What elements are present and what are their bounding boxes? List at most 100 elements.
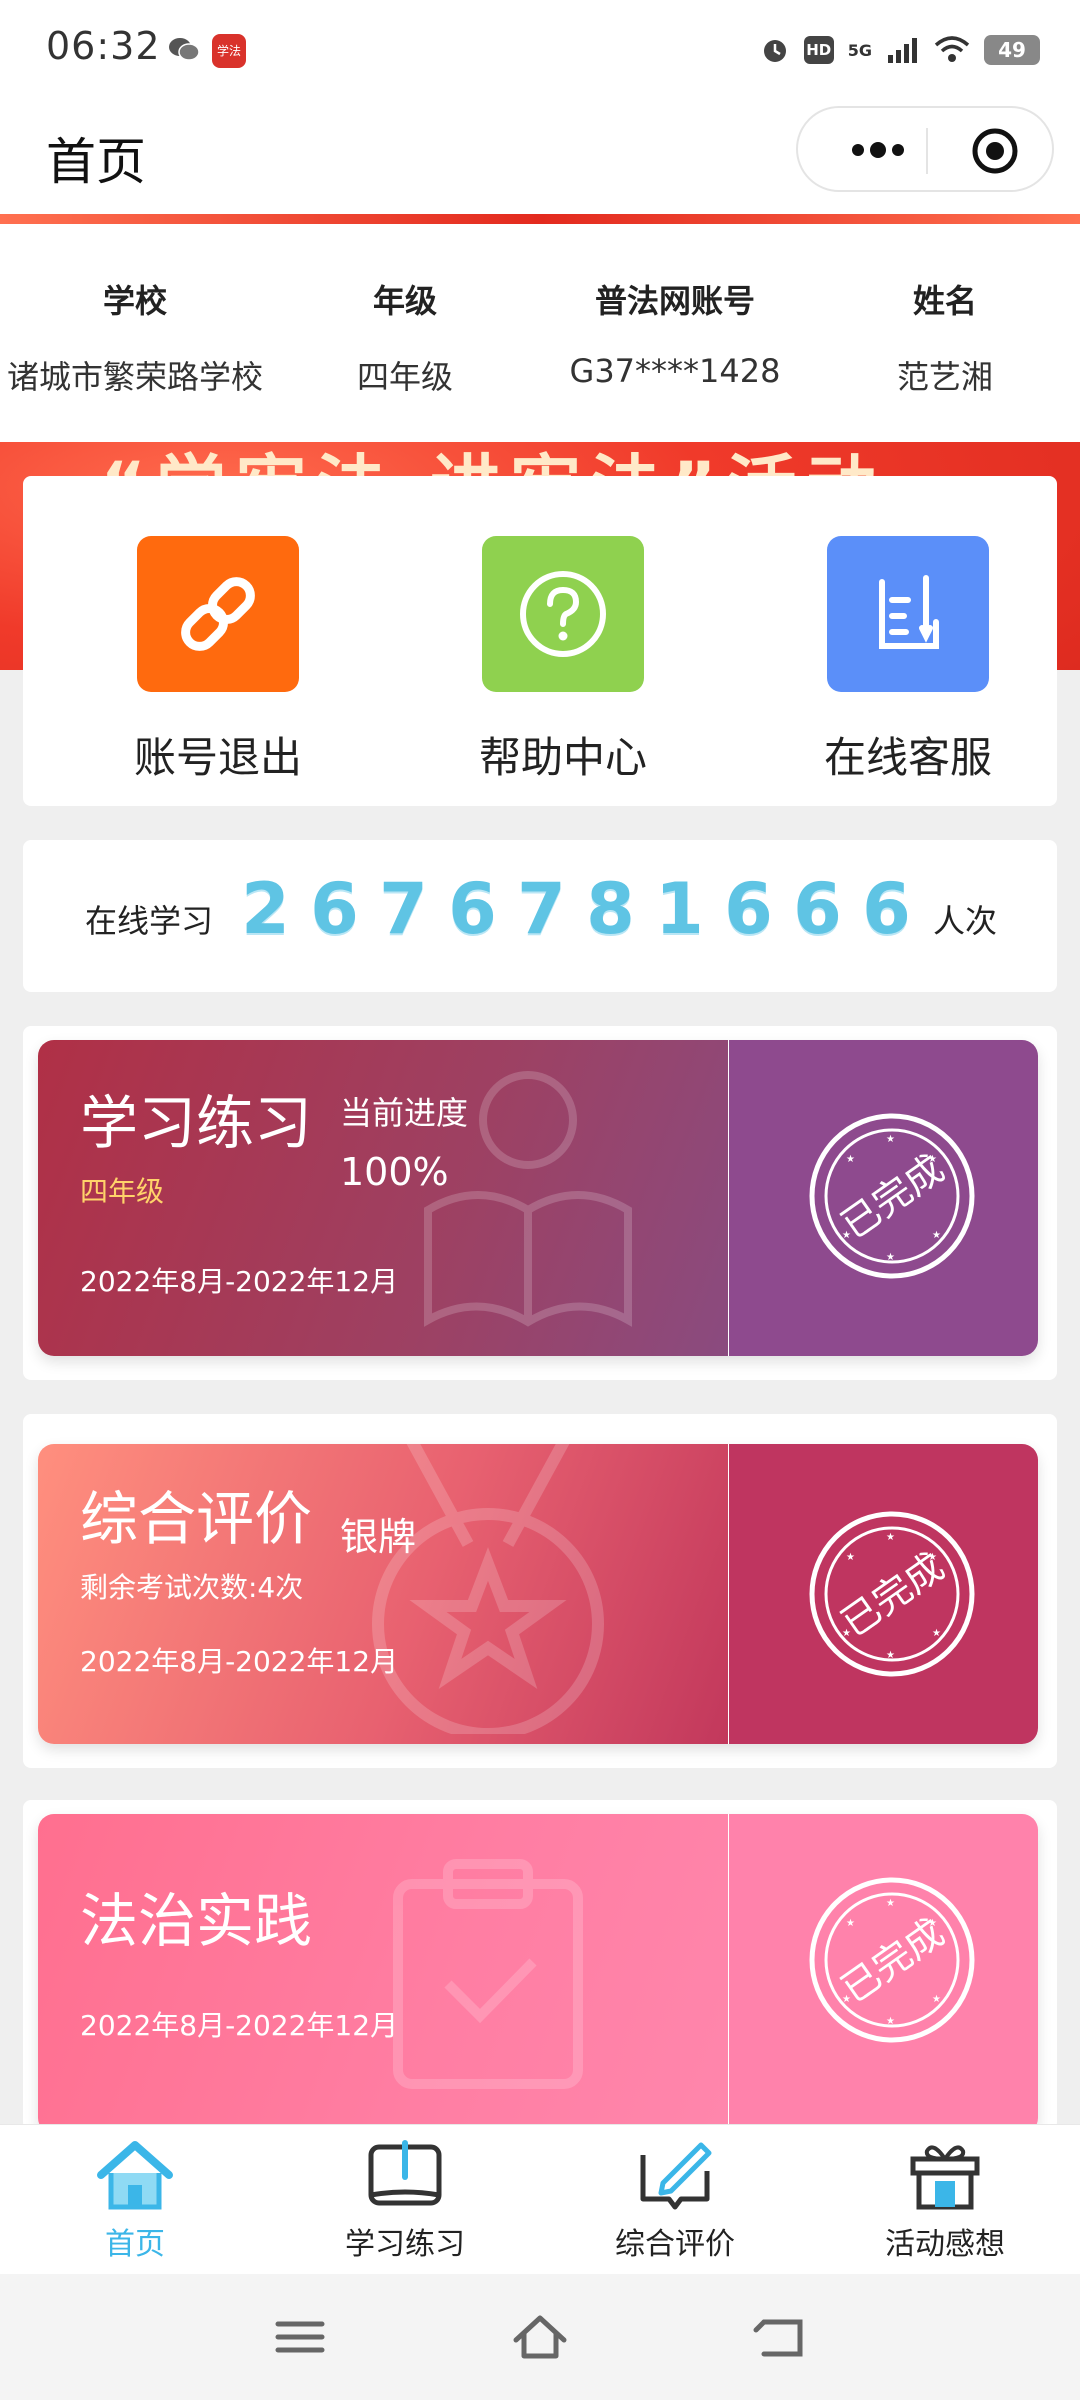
tab-label: 首页 (105, 2227, 165, 2262)
student-info-card: 学校 诸城市繁荣路学校 年级 四年级 普法网账号 G37****1428 姓名 … (0, 224, 1080, 442)
module-title: 法治实践 (80, 1887, 313, 1955)
svg-text:★: ★ (886, 1252, 895, 1263)
svg-text:★: ★ (846, 1552, 855, 1563)
card-left: 学习练习 当前进度 100% 四年级 2022年8月-2022年12月 (38, 1040, 728, 1356)
close-target-icon[interactable] (970, 126, 1020, 176)
action-label: 在线客服 (823, 733, 992, 782)
svg-text:★: ★ (886, 1898, 895, 1909)
svg-text:★: ★ (846, 1918, 855, 1929)
info-head: 姓名 (912, 282, 977, 320)
wifi-icon (934, 36, 970, 62)
counter-digits: 2 6 7 6 7 8 1 6 6 6 (231, 868, 921, 950)
tab-study-practice[interactable]: 学习练习 (305, 2137, 505, 2263)
evaluation-card[interactable]: 综合评价 银牌 剩余考试次数:4次 2022年8月-2022年12月 ★ ★ ★ ★ ★… (38, 1444, 1038, 1744)
counter-digit: 6 (793, 868, 842, 950)
more-icon[interactable] (828, 126, 928, 174)
wechat-icon (169, 38, 200, 61)
grade-label: 四年级 (80, 1175, 165, 1208)
info-column-school: 学校 诸城市繁荣路学校 (0, 224, 270, 442)
counter-digit: 6 (310, 868, 359, 950)
help-center-action[interactable]: 帮助中心 (443, 536, 683, 785)
action-label: 帮助中心 (478, 733, 647, 782)
tab-activity-thoughts[interactable]: 活动感想 (845, 2137, 1045, 2263)
progress-value: 100% (340, 1150, 449, 1194)
counter-digit: 2 (241, 868, 290, 950)
action-label: 账号退出 (133, 733, 302, 782)
note-pen-icon[interactable] (827, 536, 989, 692)
counter-digit: 6 (724, 868, 773, 950)
progress-label: 当前进度 (340, 1094, 469, 1132)
app-badge-icon: 学法 (212, 34, 246, 68)
medal-watermark-icon (372, 1444, 604, 1734)
back-icon[interactable] (750, 2310, 810, 2364)
info-head: 普法网账号 (594, 282, 755, 320)
tab-label: 学习练习 (345, 2227, 465, 2262)
counter-digit: 1 (655, 868, 704, 950)
hd-badge: HD (803, 36, 834, 64)
svg-text:★: ★ (932, 1628, 941, 1639)
card-right: ★ ★ ★ ★ ★ ★ 已完成 (729, 1444, 1038, 1744)
bottom-tab-bar: 首页 学习练习 综合评价 活动感想 (0, 2124, 1080, 2274)
law-practice-card[interactable]: 法治实践 2022年8月-2022年12月 ★ ★ ★ ★ ★ ★ 已完成 (38, 1814, 1038, 2134)
card-right: ★ ★ ★ ★ ★ ★ 已完成 (729, 1814, 1038, 2134)
status-right: HD 5G 49 (760, 30, 1040, 70)
info-value: 四年级 (356, 358, 453, 396)
quick-actions-card: 账号退出 帮助中心 在线客服 (23, 476, 1057, 806)
svg-text:★: ★ (932, 1230, 941, 1241)
system-navigation-bar (0, 2274, 1080, 2400)
capsule-divider (926, 128, 928, 174)
svg-text:★: ★ (886, 1650, 895, 1661)
signal-icon (888, 38, 917, 63)
tab-evaluation[interactable]: 综合评价 (575, 2137, 775, 2263)
page-title: 首页 (46, 133, 146, 191)
info-column-account: 普法网账号 G37****1428 (540, 224, 810, 442)
network-label: 5G (847, 40, 872, 60)
clipboard-watermark-icon (393, 1859, 583, 2089)
gift-icon (910, 2145, 980, 2210)
card-left: 综合评价 银牌 剩余考试次数:4次 2022年8月-2022年12月 (38, 1444, 728, 1744)
study-practice-card[interactable]: 学习练习 当前进度 100% 四年级 2022年8月-2022年12月 ★ ★ ★ ★… (38, 1040, 1038, 1356)
module-title: 综合评价 (80, 1485, 313, 1553)
edit-icon (640, 2142, 712, 2210)
tab-label: 活动感想 (885, 2227, 1005, 2262)
remaining-attempts: 剩余考试次数:4次 (80, 1571, 304, 1604)
completed-stamp-icon: ★★ ★★ ★★ 已完成 (809, 1511, 975, 1677)
medal-label: 银牌 (340, 1515, 417, 1559)
counter-digit: 7 (517, 868, 566, 950)
info-head: 年级 (372, 282, 437, 320)
svg-text:★: ★ (886, 1134, 895, 1145)
info-column-name: 姓名 范艺湘 (810, 224, 1080, 442)
completed-stamp-icon: ★★ ★★ ★★ 已完成 (809, 1113, 975, 1279)
question-icon[interactable] (482, 536, 644, 692)
svg-text:★: ★ (932, 1994, 941, 2005)
info-value: 诸城市繁荣路学校 (6, 358, 263, 396)
home-icon (97, 2141, 173, 2210)
counter-digit: 6 (448, 868, 497, 950)
online-study-counter: 在线学习 2 6 7 6 7 8 1 6 6 6 人次 (23, 840, 1057, 992)
counter-digit: 7 (379, 868, 428, 950)
menu-icon[interactable] (270, 2310, 330, 2364)
counter-digit: 8 (586, 868, 635, 950)
home-system-icon[interactable] (510, 2310, 570, 2364)
svg-text:★: ★ (846, 1154, 855, 1165)
module-title: 学习练习 (80, 1089, 313, 1157)
logout-action[interactable]: 账号退出 (98, 536, 338, 785)
info-head: 学校 (102, 282, 167, 320)
completed-stamp-icon: ★★ ★★ ★★ 已完成 (809, 1877, 975, 2043)
date-range: 2022年8月-2022年12月 (80, 1265, 399, 1298)
tab-home[interactable]: 首页 (35, 2137, 235, 2263)
alarm-icon (763, 40, 786, 62)
tab-label: 综合评价 (615, 2227, 735, 2262)
book-icon (368, 2140, 442, 2206)
online-service-action[interactable]: 在线客服 (788, 536, 1028, 785)
link-icon[interactable] (137, 536, 299, 692)
card-left: 法治实践 2022年8月-2022年12月 (38, 1814, 728, 2134)
info-value: G37****1428 (569, 352, 781, 390)
date-range: 2022年8月-2022年12月 (80, 1645, 399, 1678)
date-range: 2022年8月-2022年12月 (80, 2009, 399, 2042)
counter-prefix: 在线学习 (85, 902, 214, 940)
info-value: 范艺湘 (896, 358, 993, 396)
battery-indicator: 49 (984, 35, 1040, 65)
law-practice-section: 法治实践 2022年8月-2022年12月 ★ ★ ★ ★ ★ ★ 已完成 (23, 1800, 1057, 2134)
nav-bar: 首页 (0, 100, 1080, 214)
